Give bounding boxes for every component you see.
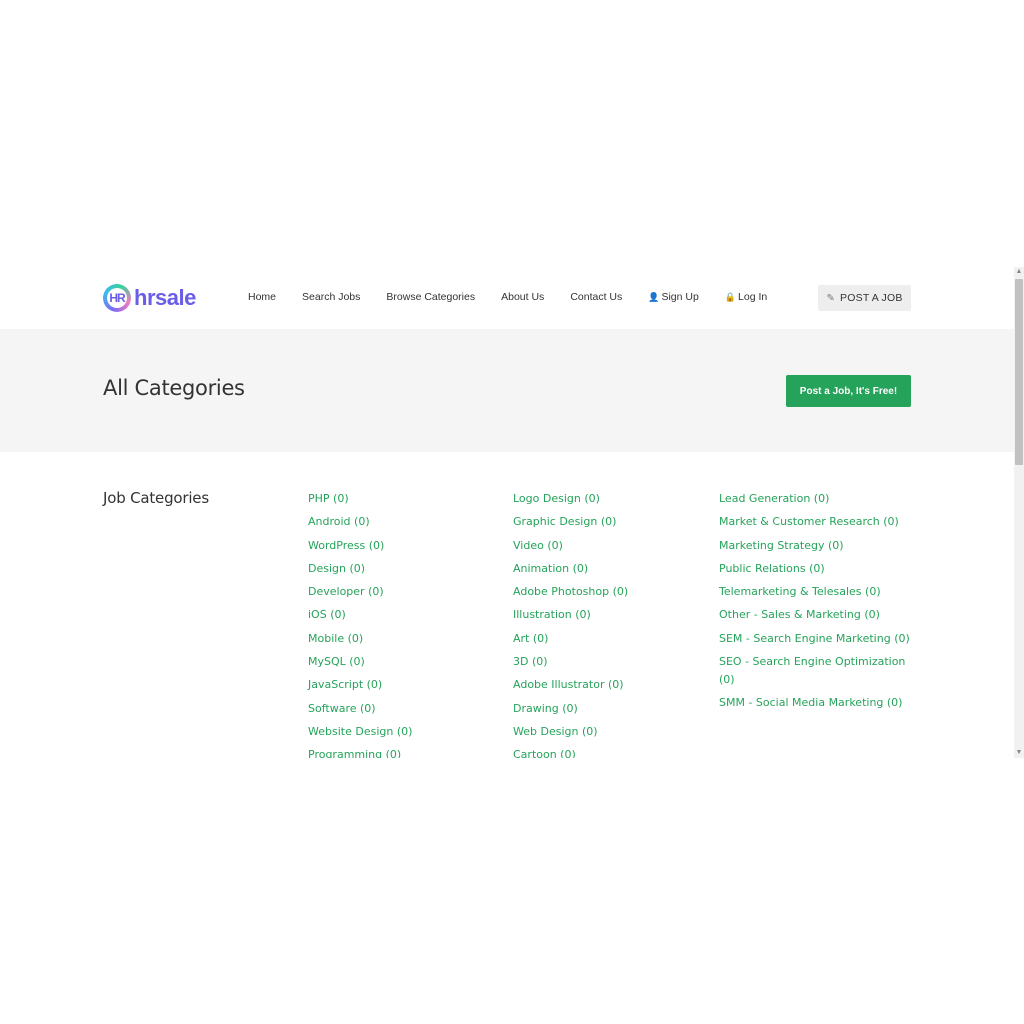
category-link[interactable]: SEO - Search Engine Optimization (0) [719, 653, 914, 688]
pencil-icon: ✎ [826, 292, 836, 304]
category-link[interactable]: Market & Customer Research (0) [719, 513, 914, 531]
category-link[interactable]: SMM - Social Media Marketing (0) [719, 694, 914, 712]
category-link[interactable]: Cartoon (0) [513, 746, 713, 758]
category-link[interactable]: Other - Sales & Marketing (0) [719, 606, 914, 624]
category-link[interactable]: Website Design (0) [308, 723, 508, 741]
category-link[interactable]: Software (0) [308, 700, 508, 718]
nav-search-jobs[interactable]: Search Jobs [302, 291, 360, 303]
category-link[interactable]: Android (0) [308, 513, 508, 531]
category-link[interactable]: Public Relations (0) [719, 560, 914, 578]
logo-text: hrsale [134, 285, 196, 310]
job-categories-heading: Job Categories [103, 489, 209, 507]
category-link[interactable]: Adobe Illustrator (0) [513, 676, 713, 694]
category-link[interactable]: iOS (0) [308, 606, 508, 624]
nav-sign-up-label: Sign Up [661, 291, 699, 303]
browser-viewport: HR hrsale Home Search Jobs Browse Catego… [0, 267, 1024, 758]
category-link[interactable]: Lead Generation (0) [719, 490, 914, 508]
category-link[interactable]: MySQL (0) [308, 653, 508, 671]
category-link[interactable]: WordPress (0) [308, 537, 508, 555]
category-link[interactable]: Web Design (0) [513, 723, 713, 741]
page-banner: All Categories Post a Job, It's Free! [0, 329, 1014, 452]
category-link[interactable]: Art (0) [513, 630, 713, 648]
category-link[interactable]: Mobile (0) [308, 630, 508, 648]
category-column-1: PHP (0) Android (0) WordPress (0) Design… [308, 490, 508, 758]
category-link[interactable]: Design (0) [308, 560, 508, 578]
nav-about-us[interactable]: About Us [501, 291, 544, 303]
site-header: HR hrsale Home Search Jobs Browse Catego… [0, 267, 1014, 329]
category-link[interactable]: JavaScript (0) [308, 676, 508, 694]
category-link[interactable]: Video (0) [513, 537, 713, 555]
category-link[interactable]: Animation (0) [513, 560, 713, 578]
category-link[interactable]: PHP (0) [308, 490, 508, 508]
lock-icon: 🔒 [724, 292, 737, 302]
post-job-free-button[interactable]: Post a Job, It's Free! [786, 375, 911, 407]
category-column-2: Logo Design (0) Graphic Design (0) Video… [513, 490, 713, 758]
nav-browse-categories[interactable]: Browse Categories [386, 291, 475, 303]
nav-log-in-label: Log In [738, 291, 768, 303]
nav-sign-up[interactable]: 👤 Sign Up [648, 291, 699, 303]
category-link[interactable]: 3D (0) [513, 653, 713, 671]
site-logo[interactable]: HR hrsale [103, 284, 196, 312]
scroll-thumb[interactable] [1015, 279, 1023, 465]
nav-home[interactable]: Home [248, 291, 276, 303]
category-link[interactable]: Logo Design (0) [513, 490, 713, 508]
nav-log-in[interactable]: 🔒 Log In [725, 291, 767, 303]
user-icon: 👤 [648, 292, 660, 302]
category-link[interactable]: Illustration (0) [513, 606, 713, 624]
post-a-job-label: POST A JOB [840, 292, 903, 304]
main-nav: Home Search Jobs Browse Categories About… [248, 291, 767, 303]
category-link[interactable]: Telemarketing & Telesales (0) [719, 583, 914, 601]
category-column-3: Lead Generation (0) Market & Customer Re… [719, 490, 914, 717]
category-link[interactable]: Graphic Design (0) [513, 513, 713, 531]
post-a-job-button[interactable]: ✎ POST A JOB [818, 285, 911, 311]
category-link[interactable]: Developer (0) [308, 583, 508, 601]
scroll-up-icon[interactable]: ▲ [1014, 267, 1024, 277]
category-link[interactable]: Marketing Strategy (0) [719, 537, 914, 555]
scroll-down-icon[interactable]: ▼ [1014, 748, 1024, 758]
category-link[interactable]: Adobe Photoshop (0) [513, 583, 713, 601]
category-link[interactable]: Drawing (0) [513, 700, 713, 718]
logo-mark-icon: HR [103, 284, 131, 312]
category-link[interactable]: Programming (0) [308, 746, 508, 758]
page-scrollbar[interactable]: ▲ ▼ [1014, 267, 1024, 758]
page-title: All Categories [103, 376, 245, 400]
logo-mark-text: HR [109, 291, 125, 305]
nav-contact-us[interactable]: Contact Us [570, 291, 622, 303]
category-link[interactable]: SEM - Search Engine Marketing (0) [719, 630, 914, 648]
